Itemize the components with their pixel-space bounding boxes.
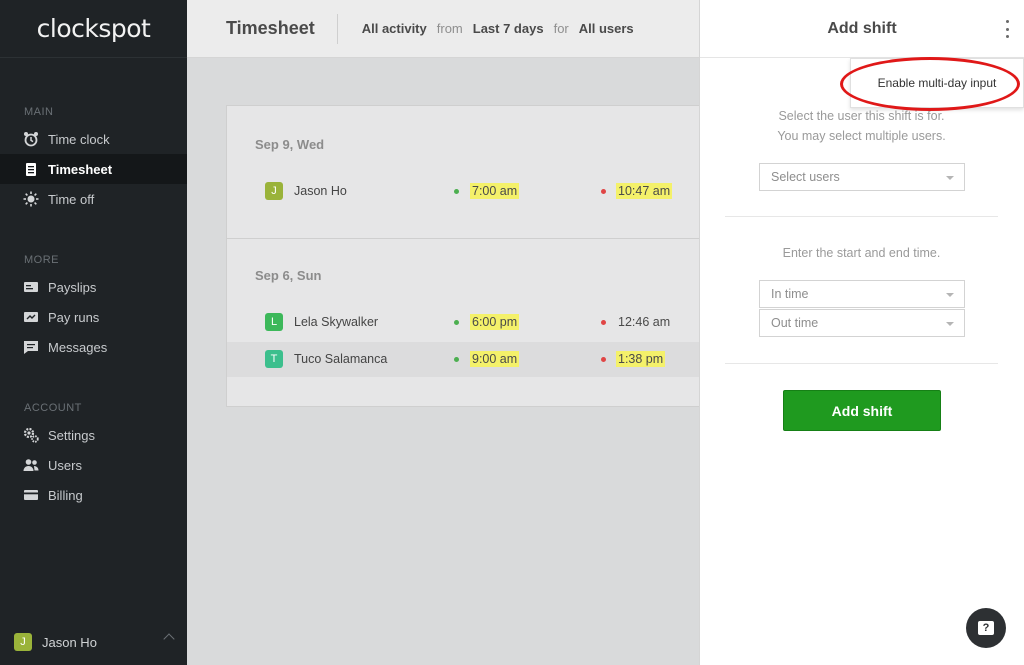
section-title-account: ACCOUNT [24, 402, 82, 414]
avatar: J [265, 182, 283, 200]
sidebar-item-label: Settings [48, 427, 95, 443]
divider [725, 363, 998, 364]
help-chat-button[interactable]: ? [966, 608, 1006, 648]
sidebar-item-time-off[interactable]: Time off [0, 184, 187, 214]
avatar: L [265, 313, 283, 331]
sidebar-item-label: Messages [48, 339, 108, 355]
current-user-menu[interactable]: J Jason Ho [0, 619, 187, 665]
filter-bar: All activity from Last 7 days for All us… [338, 21, 634, 36]
clock-in-time[interactable]: 6:00 pm [470, 314, 520, 330]
select-users-placeholder: Select users [771, 170, 840, 184]
clock-in-dot [454, 320, 459, 325]
clock-in-dot [454, 189, 459, 194]
pay-run-icon [22, 309, 40, 325]
caret-down-icon [946, 176, 954, 180]
filter-for-label: for [553, 21, 569, 36]
table-row[interactable]: T Tuco Salamanca 9:00 am 1:38 pm [227, 342, 701, 377]
sidebar-item-label: Time clock [48, 131, 110, 147]
logo-text: clockspot [36, 14, 151, 43]
sun-icon [22, 191, 40, 207]
sidebar-item-time-clock[interactable]: Time clock [0, 124, 187, 154]
in-time-field[interactable]: In time [759, 280, 965, 308]
panel-title: Add shift [827, 19, 897, 37]
employee-name: Lela Skywalker [294, 315, 379, 329]
employee-name: Tuco Salamanca [294, 352, 388, 366]
out-time-field[interactable]: Out time [759, 309, 965, 337]
clipboard-icon [22, 161, 40, 177]
sidebar-item-label: Billing [48, 487, 83, 503]
time-instruction: Enter the start and end time. [782, 246, 941, 260]
page-header: Timesheet All activity from Last 7 days … [187, 0, 700, 58]
caret-down-icon [946, 293, 954, 297]
clock-out-dot [601, 357, 606, 362]
clockspot-logo[interactable]: clockspot [0, 0, 187, 58]
out-time-placeholder: Out time [771, 316, 819, 330]
credit-card-icon [22, 487, 40, 503]
help-icon: ? [978, 621, 994, 635]
sidebar-item-label: Payslips [48, 279, 97, 295]
sidebar-item-payslips[interactable]: Payslips [0, 272, 187, 302]
add-shift-button[interactable]: Add shift [783, 390, 941, 431]
table-row[interactable]: L Lela Skywalker 6:00 pm 12:46 am [227, 305, 701, 339]
users-filter[interactable]: All users [579, 21, 634, 36]
sidebar-item-label: Users [48, 457, 82, 473]
clock-out-dot [601, 320, 606, 325]
day-divider [227, 238, 701, 239]
sidebar-item-label: Timesheet [48, 161, 113, 177]
employee-name: Jason Ho [294, 184, 347, 198]
sidebar-item-label: Time off [48, 191, 95, 207]
clock-in-time[interactable]: 7:00 am [470, 183, 520, 199]
day-header: Sep 9, Wed [255, 137, 325, 152]
sidebar: clockspot MAIN Time clock Timesheet Time… [0, 0, 187, 665]
section-title-main: MAIN [24, 106, 54, 118]
sidebar-item-label: Pay runs [48, 309, 100, 325]
current-user-name: Jason Ho [42, 634, 97, 650]
user-instruction-line: You may select multiple users. [777, 129, 946, 143]
payslip-icon [22, 279, 40, 295]
table-row[interactable]: J Jason Ho 7:00 am 10:47 am [227, 174, 701, 208]
clock-out-time[interactable]: 1:38 pm [616, 351, 666, 367]
clock-out-time[interactable]: 10:47 am [616, 183, 673, 199]
in-time-placeholder: In time [771, 287, 809, 301]
message-icon [22, 339, 40, 355]
enable-multi-day-input-item[interactable]: Enable multi-day input [878, 76, 997, 90]
alarm-clock-icon [22, 131, 40, 147]
clock-out-dot [601, 189, 606, 194]
divider [725, 216, 998, 217]
sidebar-item-timesheet[interactable]: Timesheet [0, 154, 187, 184]
sidebar-item-billing[interactable]: Billing [0, 480, 187, 510]
clock-out-time[interactable]: 12:46 am [616, 314, 672, 330]
users-icon [22, 457, 40, 473]
sidebar-item-pay-runs[interactable]: Pay runs [0, 302, 187, 332]
more-options-icon[interactable] [1000, 18, 1014, 40]
caret-down-icon [946, 322, 954, 326]
clock-in-time[interactable]: 9:00 am [470, 351, 520, 367]
select-users-dropdown[interactable]: Select users [759, 163, 965, 191]
filter-from-label: from [436, 21, 463, 36]
timesheet-card: Sep 9, Wed J Jason Ho 7:00 am 10:47 am S… [226, 105, 701, 407]
section-title-more: MORE [24, 254, 59, 266]
options-menu: Enable multi-day input [850, 58, 1024, 108]
sidebar-item-messages[interactable]: Messages [0, 332, 187, 362]
user-instructions: Select the user this shift is for. You m… [700, 106, 1023, 146]
date-range-filter[interactable]: Last 7 days [473, 21, 544, 36]
activity-filter[interactable]: All activity [362, 21, 427, 36]
chevron-up-icon [163, 633, 175, 645]
page-title: Timesheet [187, 13, 338, 44]
panel-header: Add shift [700, 0, 1024, 58]
sidebar-item-users[interactable]: Users [0, 450, 187, 480]
sidebar-item-settings[interactable]: Settings [0, 420, 187, 450]
avatar: T [265, 350, 283, 368]
day-header: Sep 6, Sun [255, 268, 322, 283]
gear-icon [22, 427, 40, 443]
avatar: J [14, 633, 32, 651]
user-instruction-line: Select the user this shift is for. [778, 109, 945, 123]
clock-in-dot [454, 357, 459, 362]
